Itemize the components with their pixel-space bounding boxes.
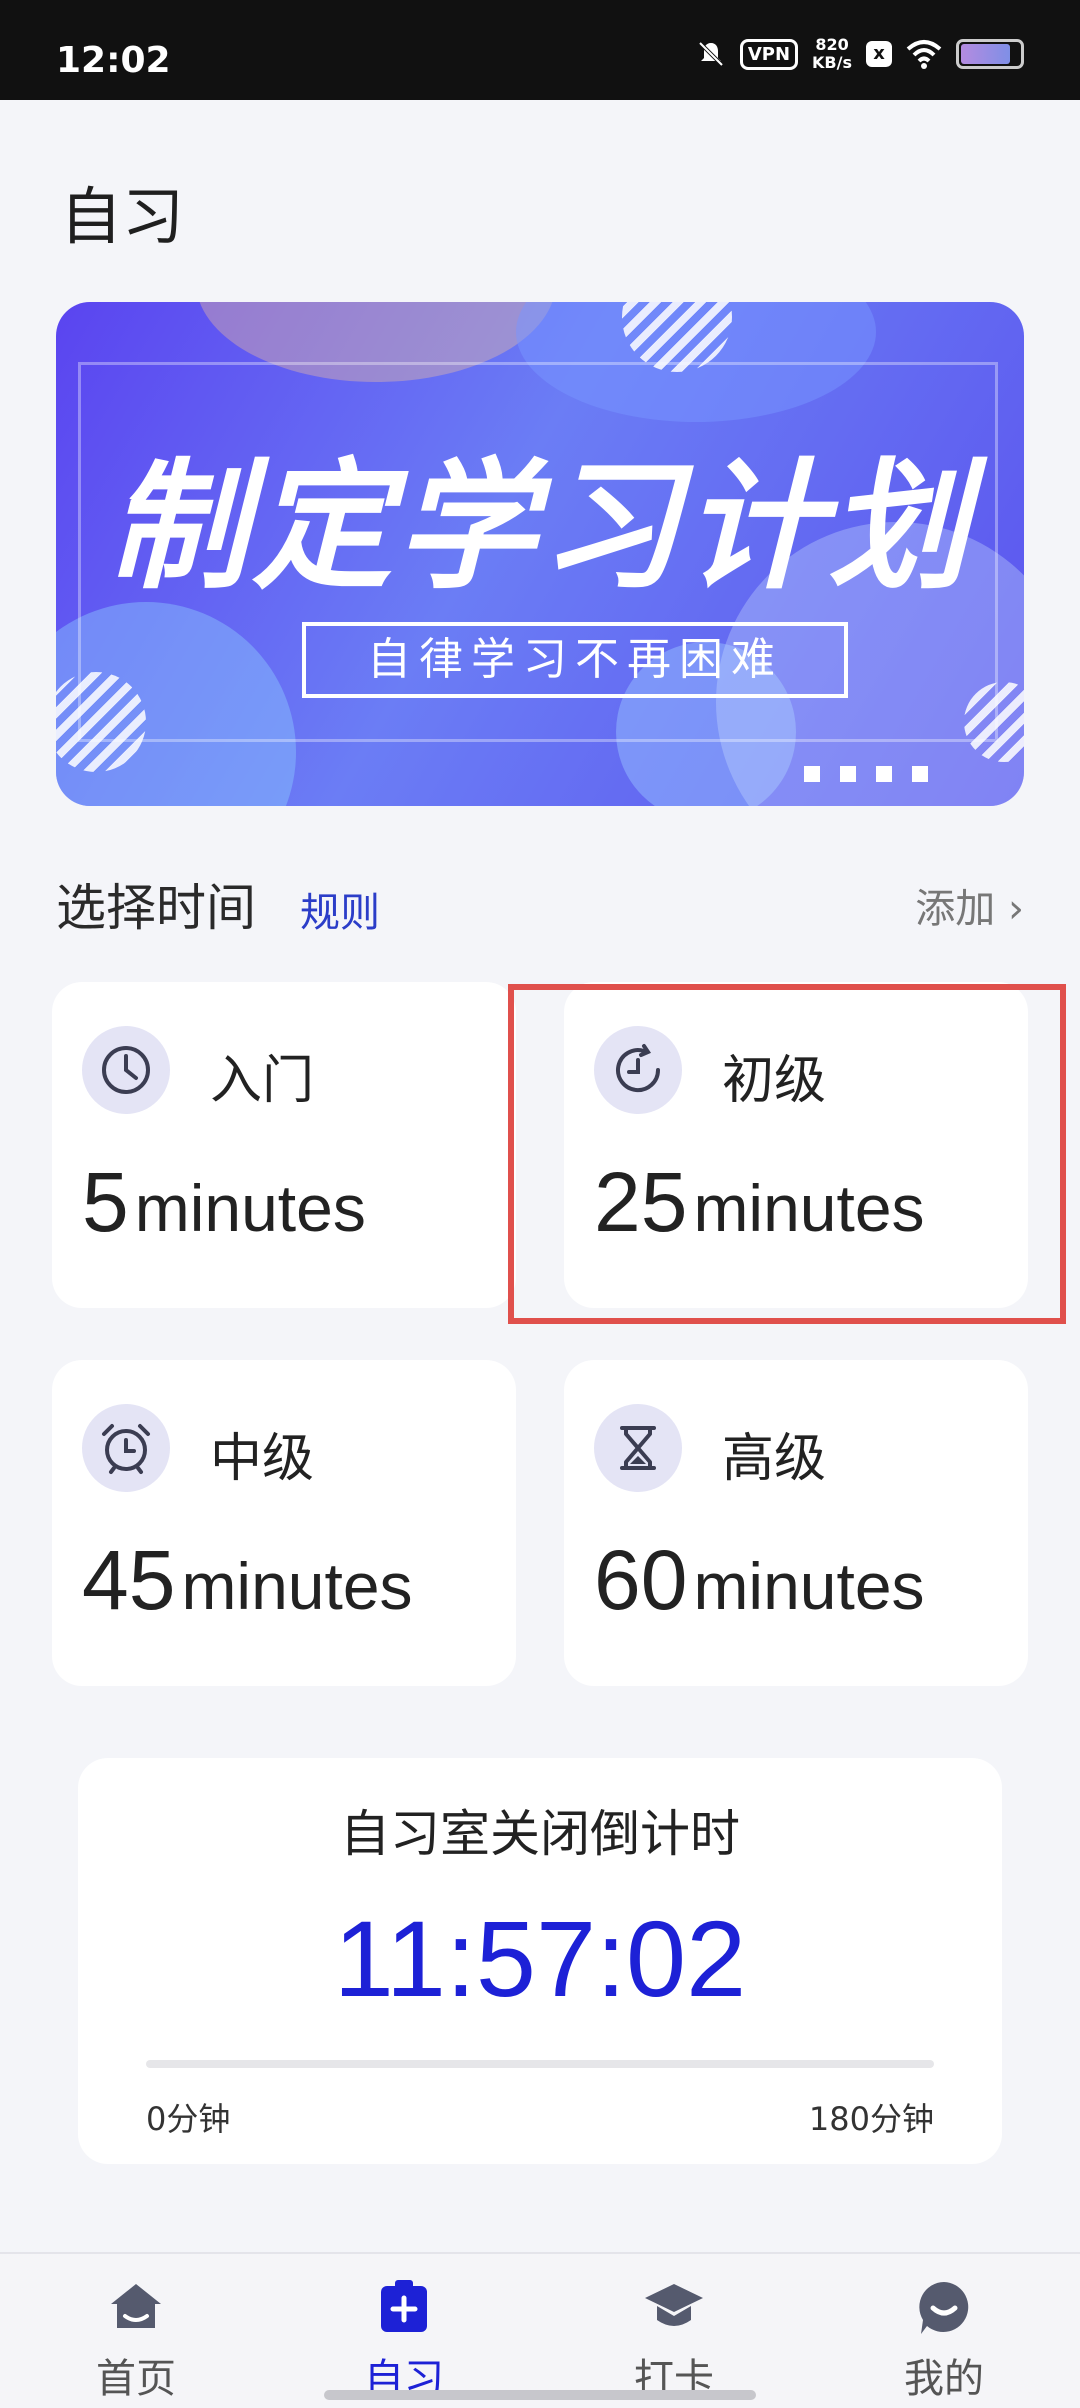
tab-home[interactable]: 首页 xyxy=(26,2276,246,2404)
card-duration: 5minutes xyxy=(82,1154,366,1251)
wifi-icon xyxy=(906,40,942,69)
profile-smile-icon xyxy=(919,2282,969,2334)
card-duration-unit: minutes xyxy=(693,1549,925,1623)
banner-dots xyxy=(804,766,928,782)
card-duration: 60minutes xyxy=(594,1532,925,1629)
selection-highlight xyxy=(508,984,1066,1324)
banner-subtitle: 自律学习不再困难 xyxy=(302,622,848,698)
home-icon xyxy=(111,2284,161,2328)
status-time: 12:02 xyxy=(56,40,171,81)
banner-dot xyxy=(840,766,856,782)
status-icons: VPN 820 KB/s x xyxy=(696,36,1024,72)
x-app-icon: x xyxy=(866,41,892,67)
page-title: 自习 xyxy=(60,180,185,253)
countdown-time: 11:57:02 xyxy=(333,1898,747,2019)
tab-study[interactable]: 自习 xyxy=(294,2276,514,2404)
time-card-entry[interactable]: 入门 5minutes xyxy=(52,982,516,1308)
card-duration: 45minutes xyxy=(82,1532,413,1629)
banner-dot xyxy=(912,766,928,782)
section-header: 选择时间 规则 添加 › xyxy=(56,868,1024,937)
clock-icon xyxy=(82,1026,170,1114)
status-bar: 12:02 VPN 820 KB/s x xyxy=(0,0,1080,100)
mute-icon xyxy=(698,41,724,67)
tab-profile[interactable]: 我的 xyxy=(834,2276,1054,2404)
bottom-tab-bar: 首页 自习 打卡 我的 xyxy=(0,2252,1080,2408)
section-title: 选择时间 xyxy=(56,879,256,937)
countdown-min-label: 0分钟 xyxy=(146,2100,231,2138)
card-duration-unit: minutes xyxy=(181,1549,413,1623)
banner-headline: 制定学习计划 xyxy=(107,446,972,609)
card-duration-number: 45 xyxy=(82,1533,176,1627)
banner-dot xyxy=(876,766,892,782)
card-duration-number: 60 xyxy=(594,1533,688,1627)
network-speed-value: 820 xyxy=(815,35,849,54)
countdown-max-label: 180分钟 xyxy=(808,2100,934,2138)
battery-level xyxy=(961,44,1011,64)
card-duration-number: 5 xyxy=(82,1155,129,1249)
alarm-clock-icon xyxy=(82,1404,170,1492)
card-label: 高级 xyxy=(722,1429,827,1489)
card-duration-unit: minutes xyxy=(134,1171,366,1245)
card-label: 入门 xyxy=(210,1051,315,1111)
home-indicator xyxy=(324,2390,756,2400)
study-clipboard-icon xyxy=(381,2280,427,2332)
promo-banner[interactable]: 制定学习计划 自律学习不再困难 xyxy=(56,302,1024,806)
countdown-title: 自习室关闭倒计时 xyxy=(340,1805,740,1863)
countdown-progress-track xyxy=(146,2060,934,2068)
tab-checkin[interactable]: 打卡 xyxy=(564,2276,784,2404)
rules-link[interactable]: 规则 xyxy=(300,880,380,938)
battery-icon xyxy=(956,39,1024,69)
card-label: 中级 xyxy=(210,1429,315,1489)
add-link[interactable]: 添加 › xyxy=(915,876,1024,934)
network-speed: 820 KB/s xyxy=(812,36,852,72)
tab-label: 我的 xyxy=(904,2356,984,2402)
countdown-card: 自习室关闭倒计时 11:57:02 0分钟 180分钟 xyxy=(78,1758,1002,2164)
time-card-intermediate[interactable]: 中级 45minutes xyxy=(52,1360,516,1686)
banner-dot xyxy=(804,766,820,782)
hourglass-icon xyxy=(594,1404,682,1492)
network-speed-unit: KB/s xyxy=(812,53,852,72)
time-card-advanced[interactable]: 高级 60minutes xyxy=(564,1360,1028,1686)
tab-label: 首页 xyxy=(96,2356,176,2402)
graduation-cap-icon xyxy=(645,2284,703,2326)
vpn-badge: VPN xyxy=(739,38,799,70)
